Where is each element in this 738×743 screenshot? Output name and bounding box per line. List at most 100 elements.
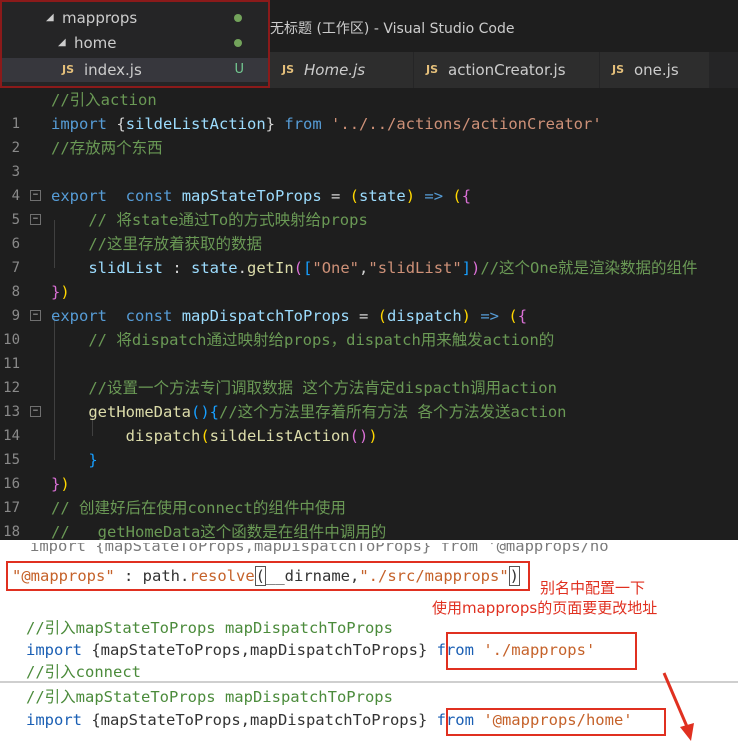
fold-toggle-icon[interactable]: − [30, 406, 41, 417]
paren: ( [349, 187, 360, 205]
clipped-code-line: import {mapStateToProps,mapDispatchToPro… [30, 543, 609, 555]
folder-label: mapprops [62, 9, 138, 27]
code-line: 13 //设置一个方法专门调取数据 这个方法肯定dispacth调用action [0, 376, 738, 420]
tab-label: actionCreator.js [448, 61, 566, 79]
code-line: 1 //引入action [0, 88, 738, 132]
comment: //这里存放着获取的数据 [88, 235, 262, 253]
code-area[interactable]: 1 //引入action 2 import {sildeListAction} … [0, 88, 738, 540]
brace: } [51, 475, 61, 493]
code-line: 3 //存放两个东西 [0, 136, 738, 180]
tab-label: Home.js [304, 61, 366, 79]
operator: . [237, 259, 247, 277]
identifier: state [190, 259, 238, 277]
imported-names: {mapStateToProps,mapDispatchToProps} [91, 711, 428, 729]
code-line: 15 dispatch(sildeListAction()) [0, 424, 738, 468]
code-line: 14 − getHomeData(){//这个方法里存着所有方法 各个方法发送a… [0, 400, 738, 444]
untracked-badge: U [234, 62, 244, 77]
tab-actioncreator-js[interactable]: JS actionCreator.js [414, 52, 600, 88]
keyword-const: const [125, 307, 173, 325]
identifier: mapStateToProps [181, 187, 322, 205]
operator: = [321, 187, 350, 205]
annotation-update-path-note: 使用mapprops的页面要更改地址 [432, 599, 658, 617]
highlight-box-alias [6, 561, 530, 591]
parameter: dispatch [387, 307, 462, 325]
keyword-import: import [26, 641, 82, 659]
arrow-operator: => [415, 187, 453, 205]
fold-toggle-icon[interactable]: − [30, 214, 41, 225]
paren: ( [200, 427, 210, 445]
operator: , [359, 259, 369, 277]
brace: } [88, 451, 98, 469]
function-name: sildeListAction [209, 427, 350, 445]
brace: { [461, 187, 472, 205]
tab-home-js[interactable]: JS Home.js [270, 52, 414, 88]
annotation-alias-note: 别名中配置一下 [540, 579, 646, 597]
fold-toggle-icon[interactable]: − [30, 310, 41, 321]
js-file-icon: JS [62, 63, 75, 76]
comment: //引入mapStateToProps mapDispatchToProps [26, 688, 393, 706]
string: "slidList" [368, 259, 462, 277]
keyword-export: export [51, 307, 107, 325]
string: '../../actions/actionCreator' [331, 115, 602, 133]
tab-one-js[interactable]: JS one.js [600, 52, 710, 88]
comment: //引入connect [26, 663, 141, 681]
brace: } [265, 115, 276, 133]
arrow-operator: => [471, 307, 509, 325]
identifier: slidList [88, 259, 163, 277]
comment: //存放两个东西 [51, 139, 163, 157]
comment: // getHomeData这个函数是在组件中调用的 [51, 523, 387, 540]
js-file-icon: JS [426, 63, 439, 76]
red-arrow-icon [662, 672, 694, 741]
brace: } [51, 283, 61, 301]
annotated-snippets-panel: import {mapStateToProps,mapDispatchToPro… [0, 543, 738, 743]
folder-mapprops[interactable]: ◢ mapprops [2, 6, 268, 30]
operator: = [349, 307, 378, 325]
modified-dot-icon [234, 39, 242, 47]
bracket: [ [303, 259, 313, 277]
highlight-box-old-import [446, 632, 637, 670]
chevron-down-icon: ◢ [58, 37, 66, 48]
bracket: ] [461, 259, 472, 277]
keyword-import: import [26, 711, 82, 729]
paren: ( [377, 307, 388, 325]
folder-label: home [74, 34, 117, 52]
js-file-icon: JS [282, 63, 295, 76]
code-line: 19 // getHomeData这个函数是在组件中调用的 [0, 520, 738, 540]
comment: // 将state通过To的方式映射给props [88, 211, 368, 229]
fold-toggle-icon[interactable]: − [30, 190, 41, 201]
code-line: 4 [0, 160, 738, 204]
folder-home[interactable]: ◢ home [2, 31, 268, 55]
code-line: 17 }) [0, 472, 738, 516]
string: "One" [312, 259, 360, 277]
keyword-export: export [51, 187, 107, 205]
paren: () [349, 427, 369, 445]
comment: // 创建好后在使用connect的组件中使用 [51, 499, 346, 517]
explorer-tree: ◢ mapprops ◢ home JS index.js U [0, 0, 270, 88]
function-name: dispatch [125, 427, 201, 445]
code-line: 16 } [0, 448, 738, 492]
highlight-box-new-import [446, 708, 666, 736]
paren: ) [461, 307, 472, 325]
imported-names: {mapStateToProps,mapDispatchToProps} [91, 641, 428, 659]
paren: ( [293, 259, 304, 277]
keyword-const: const [125, 187, 173, 205]
comment: //引入action [51, 91, 157, 109]
paren: () [190, 403, 210, 421]
brace: { [209, 403, 219, 421]
identifier: sildeListAction [125, 115, 266, 133]
comment: //设置一个方法专门调取数据 这个方法肯定dispacth调用action [88, 379, 557, 397]
file-label: index.js [84, 61, 142, 79]
code-line: 10 − export const mapDispatchToProps = (… [0, 304, 738, 348]
vscode-editor-window: 无标题 (工作区) - Visual Studio Code JS Home.j… [0, 0, 738, 540]
comment: //引入mapStateToProps mapDispatchToProps [26, 619, 393, 637]
identifier: mapDispatchToProps [181, 307, 350, 325]
tab-label: one.js [634, 61, 679, 79]
code-line: 2 import {sildeListAction} from '../../a… [0, 112, 738, 156]
paren: ) [405, 187, 416, 205]
file-index-js[interactable]: JS index.js U [2, 58, 268, 82]
code-line: 11 // 将dispatch通过映射给props，dispatch用来触发ac… [0, 328, 738, 372]
parameter: state [359, 187, 406, 205]
paren: ) [368, 427, 378, 445]
snippet-divider [0, 681, 738, 683]
paren: ( [508, 307, 518, 325]
